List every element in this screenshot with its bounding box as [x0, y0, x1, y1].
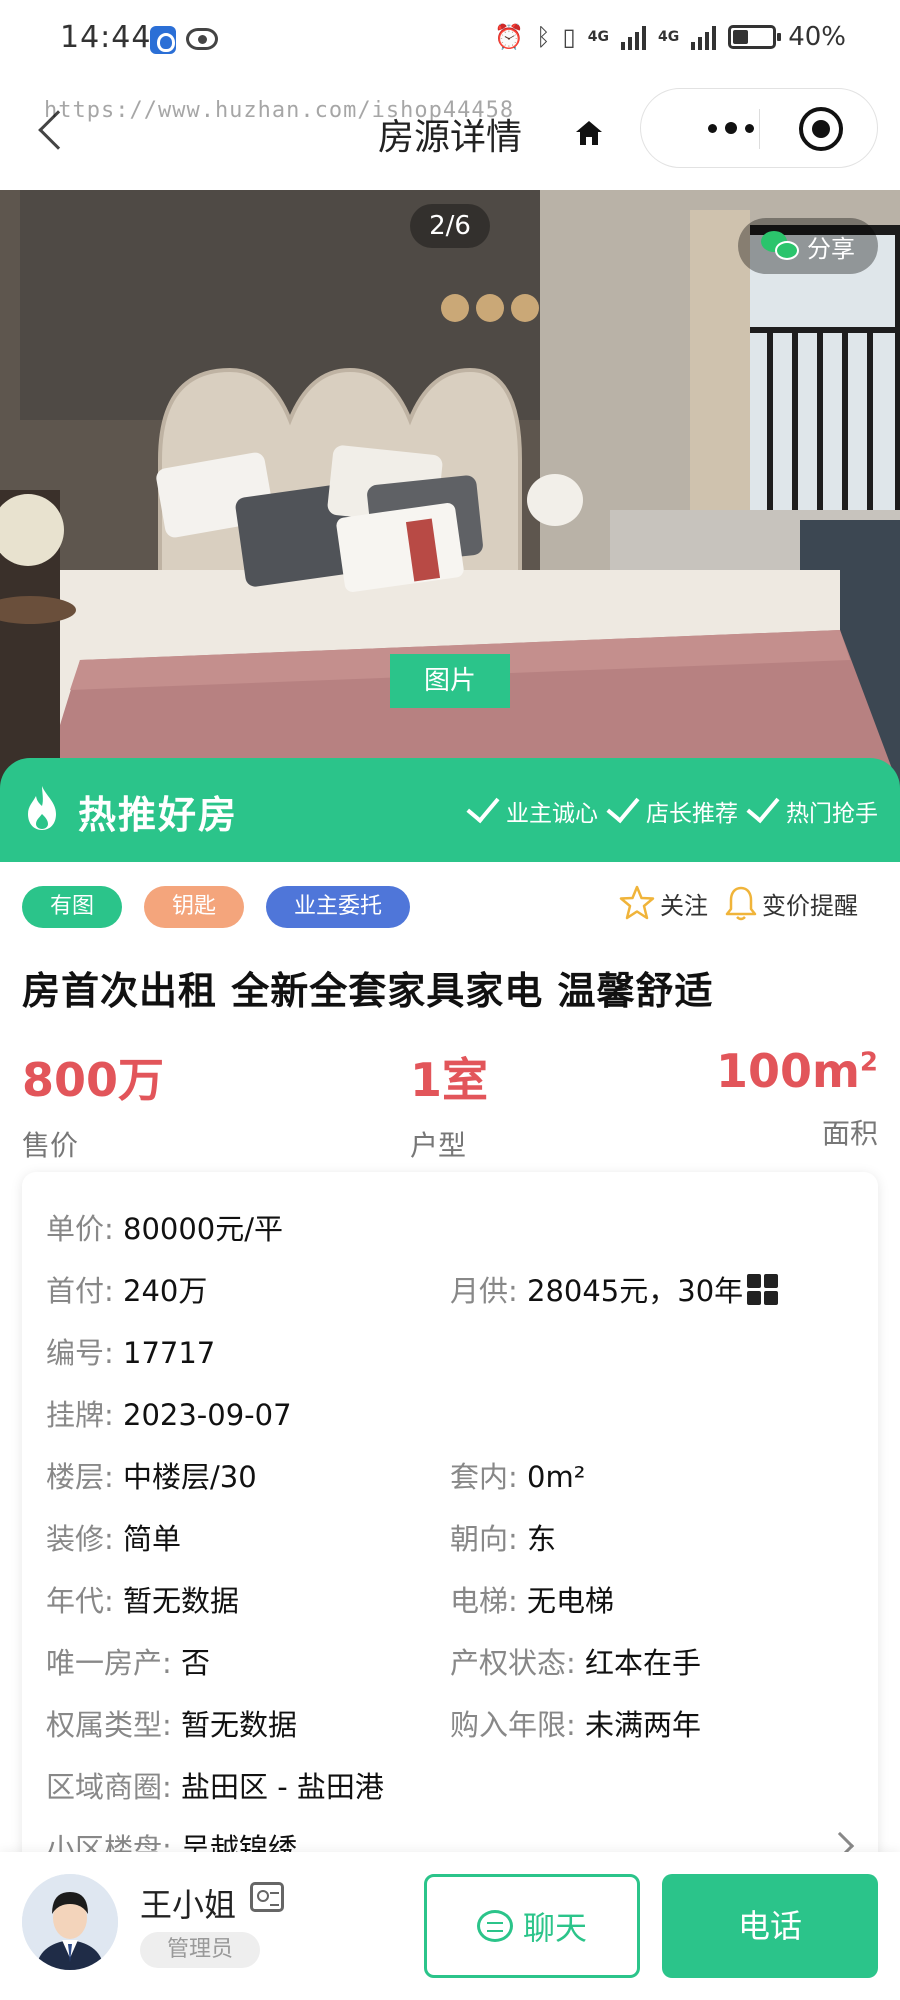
detail-inner-area: 套内: 0m² [450, 1460, 586, 1494]
hot-tags: 业主诚心 店长推荐 热门抢手 [466, 788, 878, 828]
shield-app-icon [150, 26, 176, 54]
listing-title: 房首次出租 全新全套家具家电 温馨舒适 [22, 969, 714, 1013]
wechat-icon [761, 231, 801, 261]
detail-title-status: 产权状态: 红本在手 [450, 1646, 702, 1680]
call-button[interactable]: 电话 [662, 1874, 878, 1978]
tag-owner-entrusted: 业主委托 [266, 886, 410, 928]
tag-has-photo: 有图 [22, 886, 122, 928]
layout-stat: 1室 户型 [410, 1044, 488, 1164]
battery-percent: 40% [788, 22, 846, 52]
detail-ownership-type: 权属类型: 暂无数据 [46, 1708, 298, 1742]
miniprogram-capsule [640, 88, 878, 168]
more-options-icon[interactable] [671, 89, 791, 167]
chat-bubble-icon [476, 1910, 513, 1942]
detail-district: 区域商圈: 盐田区 - 盐田港 [46, 1770, 384, 1804]
detail-decoration: 装修: 简单 [46, 1522, 182, 1556]
tag-key: 钥匙 [144, 886, 244, 928]
capsule-divider [759, 109, 760, 149]
detail-down-payment: 首付: 240万 [46, 1274, 208, 1308]
photo-counter: 2/6 [410, 204, 490, 248]
star-icon [619, 885, 655, 920]
agent-avatar[interactable] [22, 1874, 118, 1970]
status-time: 14:44 [60, 20, 152, 55]
detail-year: 年代: 暂无数据 [46, 1584, 240, 1618]
share-button[interactable]: 分享 [738, 218, 878, 274]
hot-recommend-banner: 热推好房 业主诚心 店长推荐 热门抢手 [0, 758, 900, 862]
signal-icon-2 [691, 24, 717, 50]
price-alert-label: 变价提醒 [762, 891, 858, 920]
price-label: 售价 [22, 1129, 79, 1162]
hot-tag-label: 热门抢手 [786, 801, 878, 827]
bottom-action-bar: 王小姐 管理员 聊天 电话 [0, 1852, 900, 2000]
area-value: 100m [715, 1044, 860, 1098]
detail-elevator: 电梯: 无电梯 [450, 1584, 615, 1618]
area-stat: 100m2 面积 [716, 1044, 878, 1152]
area-unit-sup: 2 [859, 1047, 878, 1078]
network-label-1: 4G [587, 29, 609, 45]
battery-fill [733, 30, 749, 44]
fire-icon [28, 786, 56, 830]
detail-code: 编号: 17717 [46, 1336, 216, 1370]
price-stat: 800万 售价 [22, 1044, 164, 1164]
chat-button[interactable]: 聊天 [424, 1874, 640, 1978]
hot-tag: 热门抢手 [746, 788, 878, 828]
layout-label: 户型 [410, 1129, 467, 1162]
photo-tab[interactable]: 图片 [390, 654, 510, 708]
detail-only-home: 唯一房产: 否 [46, 1646, 211, 1680]
bluetooth-icon: ᛒ [536, 23, 551, 51]
check-icon [466, 788, 500, 824]
eye-icon [186, 28, 218, 50]
check-icon [746, 788, 780, 824]
check-icon [606, 788, 640, 824]
signal-icon [620, 24, 646, 50]
listing-tags: 有图 钥匙 业主委托 [22, 886, 410, 928]
network-label-2: 4G [657, 29, 680, 45]
nav-bar: 房源详情 https://www.huzhan.com/ishop44458 [0, 80, 900, 190]
agent-role-badge: 管理员 [140, 1932, 260, 1968]
alarm-icon: ⏰ [494, 23, 525, 51]
detail-listed: 挂牌: 2023-09-07 [46, 1398, 292, 1432]
bell-icon [725, 886, 757, 921]
detail-monthly[interactable]: 月供: 28045元，30年 [450, 1268, 779, 1310]
battery-icon [728, 25, 782, 49]
detail-unit-price: 单价: 80000元/平 [46, 1212, 284, 1246]
chat-label: 聊天 [522, 1909, 587, 1947]
detail-orientation: 朝向: 东 [450, 1522, 557, 1556]
follow-button[interactable]: 关注 [618, 884, 708, 922]
photo-gallery[interactable]: 2/6 分享 图片 [0, 190, 900, 790]
layout-value: 1室 [410, 1053, 489, 1107]
area-value-wrap: 100m2 [716, 1044, 878, 1098]
vibrate-icon: ▯ [562, 23, 576, 51]
share-label: 分享 [807, 234, 855, 263]
price-value: 800万 [22, 1053, 165, 1107]
status-bar: 14:44 ⏰ ᛒ ▯ 4G 4G 40% [0, 0, 900, 80]
url-watermark: https://www.huzhan.com/ishop44458 [44, 98, 515, 123]
hot-tag-label: 业主诚心 [506, 801, 598, 827]
agent-name: 王小姐 [140, 1886, 237, 1924]
hot-title: 热推好房 [78, 793, 239, 837]
hot-tag: 业主诚心 [466, 788, 598, 828]
price-alert-button[interactable]: 变价提醒 [724, 884, 858, 922]
area-label: 面积 [821, 1117, 878, 1150]
avatar-illustration [22, 1874, 118, 1970]
calculator-icon[interactable] [747, 1273, 779, 1305]
detail-floor: 楼层: 中楼层/30 [46, 1460, 257, 1494]
hot-tag-label: 店长推荐 [646, 801, 738, 827]
detail-card: 单价: 80000元/平 首付: 240万 月供: 28045元，30年 编号:… [22, 1172, 878, 1892]
id-card-icon[interactable] [250, 1882, 284, 1912]
detail-years-held: 购入年限: 未满两年 [450, 1708, 702, 1742]
home-icon[interactable] [574, 118, 604, 148]
follow-label: 关注 [660, 891, 708, 920]
hot-tag: 店长推荐 [606, 788, 738, 828]
status-indicators: ⏰ ᛒ ▯ 4G 4G 40% [494, 22, 846, 52]
close-miniprogram-icon[interactable] [799, 107, 843, 151]
